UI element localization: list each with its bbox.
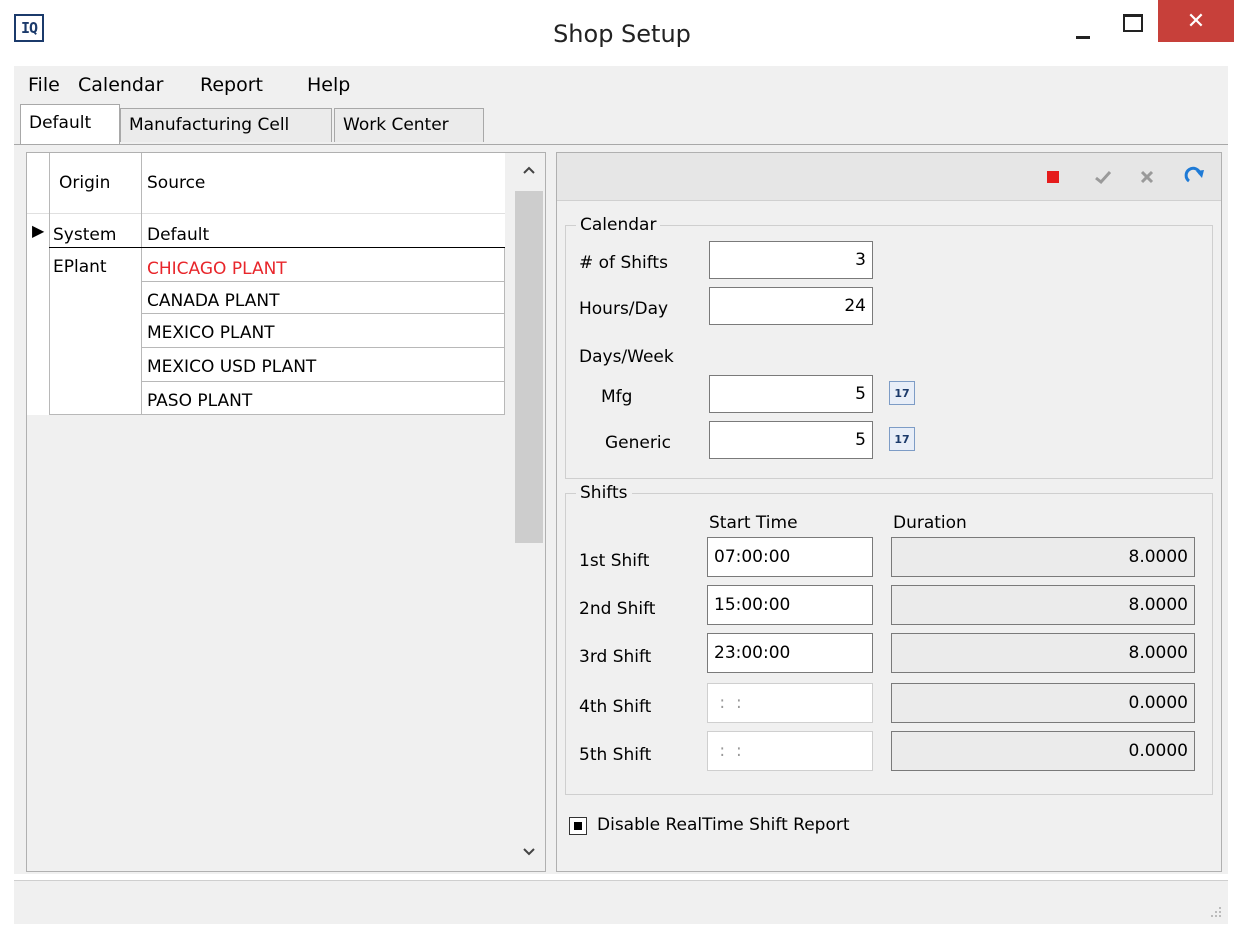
scroll-thumb[interactable]	[515, 191, 543, 543]
shift-label: 4th Shift	[579, 697, 652, 717]
settings-panel: Calendar # of Shifts 3 Hours/Day 24 Days…	[556, 152, 1222, 872]
menu-file[interactable]: File	[28, 74, 60, 96]
scroll-up-icon[interactable]	[513, 157, 545, 187]
mfg-calendar-icon[interactable]: 17	[889, 381, 915, 405]
shift-label: 3rd Shift	[579, 647, 652, 667]
menu-report[interactable]: Report	[200, 74, 263, 96]
grid-cell-origin[interactable]: System	[53, 225, 116, 245]
shift-duration-field: 8.0000	[891, 633, 1195, 673]
duration-header: Duration	[893, 513, 967, 533]
generic-calendar-icon[interactable]: 17	[889, 427, 915, 451]
refresh-icon[interactable]	[1183, 165, 1207, 189]
edit-toolbar	[557, 153, 1221, 201]
grid-cell-source[interactable]: MEXICO USD PLANT	[147, 357, 316, 377]
shift-start-time-field[interactable]: 07:00:00	[707, 537, 873, 577]
tab-strip: Default Manufacturing Cell Work Center	[14, 104, 1228, 144]
column-header-origin[interactable]: Origin	[59, 173, 110, 193]
grid-cell-source[interactable]: CHICAGO PLANT	[147, 259, 287, 279]
grid-body: Origin Source ▶ System Default EPlant CH…	[27, 153, 505, 415]
grid-cell-origin[interactable]: EPlant	[53, 257, 107, 277]
calendar-legend: Calendar	[580, 215, 657, 235]
shifts-legend: Shifts	[580, 483, 628, 503]
menu-bar: File Calendar Report Help	[14, 66, 1228, 104]
minimize-button[interactable]	[1064, 6, 1104, 46]
menu-help[interactable]: Help	[307, 74, 350, 96]
disable-realtime-checkbox[interactable]	[569, 817, 587, 835]
shift-label: 5th Shift	[579, 745, 652, 765]
shifts-count-field[interactable]: 3	[709, 241, 873, 279]
shift-start-time-field[interactable]: : :	[707, 731, 873, 771]
stop-icon[interactable]	[1041, 165, 1065, 189]
maximize-button[interactable]	[1110, 6, 1150, 46]
disable-realtime-label[interactable]: Disable RealTime Shift Report	[597, 815, 850, 835]
start-time-header: Start Time	[709, 513, 798, 533]
shift-start-time-field[interactable]: : :	[707, 683, 873, 723]
tab-work-center[interactable]: Work Center	[334, 108, 484, 142]
cancel-icon[interactable]	[1135, 165, 1159, 189]
shifts-count-label: # of Shifts	[579, 253, 668, 273]
hours-day-field[interactable]: 24	[709, 287, 873, 325]
window-title: Shop Setup	[553, 20, 691, 48]
close-button[interactable]: ✕	[1158, 0, 1234, 42]
grid-cell-source[interactable]: MEXICO PLANT	[147, 323, 275, 343]
tab-manufacturing-cell[interactable]: Manufacturing Cell	[120, 108, 332, 142]
column-header-source[interactable]: Source	[147, 173, 205, 193]
hours-day-label: Hours/Day	[579, 299, 669, 319]
source-grid: Origin Source ▶ System Default EPlant CH…	[26, 152, 546, 872]
tab-default[interactable]: Default	[20, 104, 120, 144]
shift-label: 1st Shift	[579, 551, 650, 571]
status-bar	[14, 880, 1228, 924]
menu-calendar[interactable]: Calendar	[78, 74, 163, 96]
grid-scrollbar[interactable]	[513, 153, 545, 871]
scroll-down-icon[interactable]	[513, 837, 545, 867]
shift-duration-field: 8.0000	[891, 585, 1195, 625]
grid-cell-source[interactable]: CANADA PLANT	[147, 291, 280, 311]
title-bar: IQ Shop Setup ✕	[0, 0, 1244, 66]
mfg-days-field[interactable]: 5	[709, 375, 873, 413]
shift-start-time-field[interactable]: 23:00:00	[707, 633, 873, 673]
generic-days-field[interactable]: 5	[709, 421, 873, 459]
shift-duration-field: 0.0000	[891, 731, 1195, 771]
shift-duration-field: 8.0000	[891, 537, 1195, 577]
current-row-indicator-icon: ▶	[32, 221, 45, 240]
grid-cell-source[interactable]: Default	[147, 225, 209, 245]
days-week-label: Days/Week	[579, 347, 674, 367]
grid-cell-source[interactable]: PASO PLANT	[147, 391, 252, 411]
mfg-days-label: Mfg	[601, 387, 633, 407]
generic-days-label: Generic	[605, 433, 671, 453]
check-icon[interactable]	[1091, 165, 1115, 189]
shift-label: 2nd Shift	[579, 599, 656, 619]
shift-start-time-field[interactable]: 15:00:00	[707, 585, 873, 625]
resize-grip-icon[interactable]	[1208, 904, 1222, 918]
shift-duration-field: 0.0000	[891, 683, 1195, 723]
